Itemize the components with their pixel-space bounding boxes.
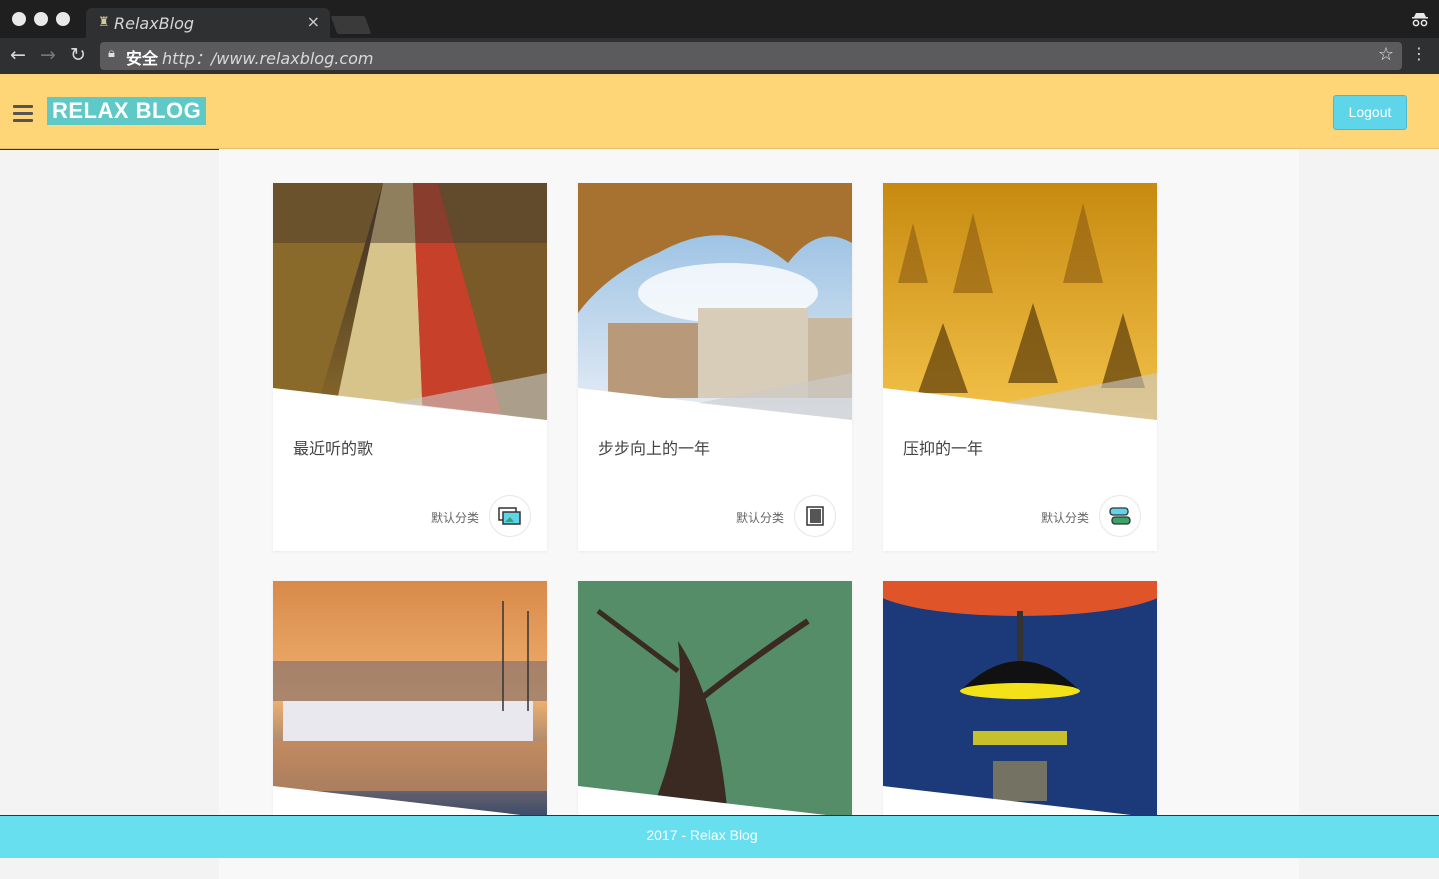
post-card[interactable]: 最近听的歌 默认分类 xyxy=(273,183,547,551)
chat-bubbles-icon[interactable] xyxy=(1099,495,1141,537)
post-category[interactable]: 默认分类 xyxy=(431,509,479,526)
tab-close-icon[interactable]: × xyxy=(307,12,320,31)
site-footer: 2017 - Relax Blog xyxy=(0,815,1439,858)
post-thumbnail[interactable] xyxy=(883,183,1157,420)
window-minimize-button[interactable] xyxy=(34,12,48,26)
post-card[interactable] xyxy=(883,581,1157,821)
post-card[interactable]: 步步向上的一年 默认分类 xyxy=(578,183,852,551)
image-gallery-icon[interactable] xyxy=(489,495,531,537)
new-tab-button[interactable] xyxy=(330,16,372,34)
window-close-button[interactable] xyxy=(12,12,26,26)
left-sidebar xyxy=(0,149,219,816)
back-icon[interactable]: ← xyxy=(10,44,26,66)
post-card[interactable]: 压抑的一年 默认分类 xyxy=(883,183,1157,551)
lock-icon: 🔒︎ xyxy=(108,46,115,61)
site-header: RELAX BLOG Logout xyxy=(0,74,1439,149)
book-icon[interactable] xyxy=(794,495,836,537)
tab-title: RelaxBlog xyxy=(114,14,195,33)
address-bar[interactable]: 🔒︎ 安全 http：/www.relaxblog.com ☆ xyxy=(100,42,1402,70)
post-title[interactable]: 压抑的一年 xyxy=(903,435,983,459)
browser-tab[interactable]: ♜ RelaxBlog × xyxy=(86,8,330,38)
post-grid: 最近听的歌 默认分类 步步向上的一年 默认分类 压抑的一年 默认分类 xyxy=(219,149,1299,879)
post-card[interactable] xyxy=(578,581,852,821)
reload-icon[interactable]: ↻ xyxy=(70,44,86,66)
site-logo[interactable]: RELAX BLOG xyxy=(47,97,207,125)
post-thumbnail[interactable] xyxy=(578,183,852,420)
hamburger-menu-icon[interactable] xyxy=(13,105,33,126)
post-thumbnail[interactable] xyxy=(883,581,1157,818)
bookmark-star-icon[interactable]: ☆ xyxy=(1378,44,1394,65)
footer-copyright: 2017 - Relax Blog xyxy=(646,827,758,843)
browser-menu-icon[interactable]: ⋮ xyxy=(1411,44,1427,63)
post-category[interactable]: 默认分类 xyxy=(736,509,784,526)
post-title[interactable]: 步步向上的一年 xyxy=(598,435,710,459)
url-text[interactable]: http：/www.relaxblog.com xyxy=(162,45,374,69)
secure-label: 安全 xyxy=(126,49,159,68)
favicon-icon: ♜ xyxy=(98,15,110,30)
forward-icon[interactable]: → xyxy=(40,44,56,66)
window-zoom-button[interactable] xyxy=(56,12,70,26)
browser-titlebar: ♜ RelaxBlog × xyxy=(0,0,1439,38)
logout-button[interactable]: Logout xyxy=(1333,95,1407,130)
post-thumbnail[interactable] xyxy=(273,183,547,420)
post-card[interactable] xyxy=(273,581,547,821)
post-title[interactable]: 最近听的歌 xyxy=(293,435,373,459)
post-category[interactable]: 默认分类 xyxy=(1041,509,1089,526)
browser-toolbar: ← → ↻ 🔒︎ 安全 http：/www.relaxblog.com ☆ ⋮ xyxy=(0,38,1439,74)
post-thumbnail[interactable] xyxy=(578,581,852,818)
incognito-icon xyxy=(1411,11,1429,31)
post-thumbnail[interactable] xyxy=(273,581,547,818)
